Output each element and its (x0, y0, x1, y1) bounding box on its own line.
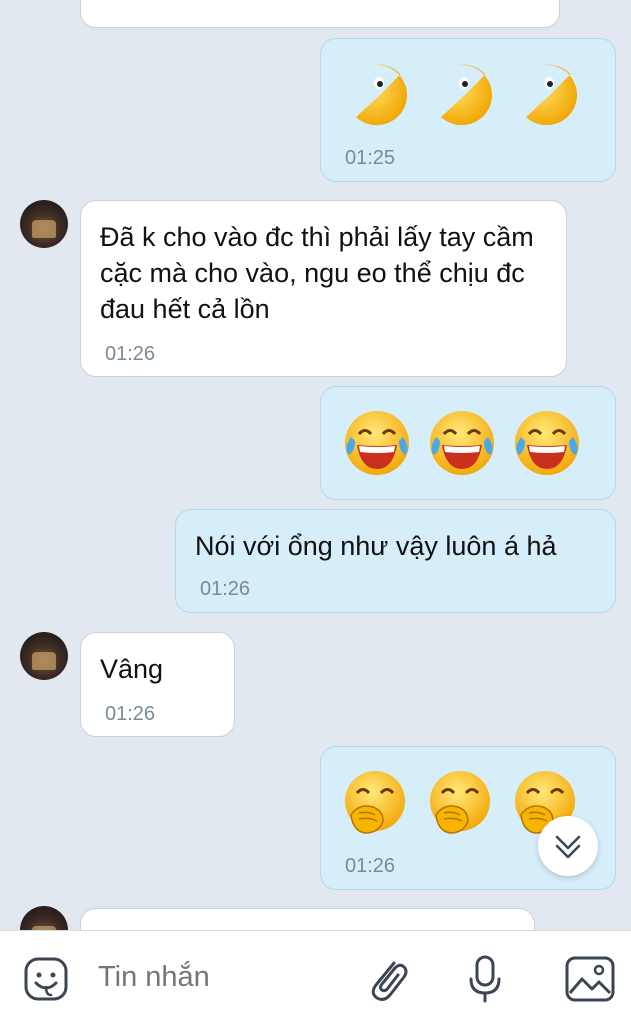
message-text: Nói với ổng như vậy luôn á hả (195, 531, 557, 561)
message-text: Đã k cho vào đc thì phải lấy tay cầm cặc… (100, 222, 534, 324)
message-input[interactable] (96, 956, 340, 998)
message-bubble-outgoing[interactable] (320, 386, 616, 500)
tears-of-joy-emoji (345, 411, 409, 475)
microphone-icon[interactable] (465, 953, 505, 1007)
scroll-to-bottom-button[interactable] (538, 816, 598, 876)
message-time: 01:26 (105, 703, 156, 725)
message-time: 01:26 (105, 343, 156, 365)
avatar[interactable] (20, 200, 68, 248)
chat-message-list[interactable]: 01:25 Đã k cho vào đc thì phải lấy tay c… (0, 0, 631, 930)
pacman-emoji (356, 64, 407, 126)
avatar[interactable] (20, 906, 68, 930)
giggle-emoji (345, 771, 405, 834)
paperclip-icon[interactable] (364, 953, 412, 1005)
message-time: 01:26 (345, 855, 396, 877)
message-bubble-outgoing[interactable]: Nói với ổng như vậy luôn á hả 01:26 (175, 509, 616, 613)
message-bubble-incoming[interactable]: Vâng 01:26 (80, 632, 235, 737)
pacman-emoji (526, 64, 577, 126)
message-bubble-partial-bottom (80, 908, 535, 930)
chevron-down-double-icon (555, 835, 581, 859)
giggle-emoji (430, 771, 490, 834)
tears-of-joy-emoji (515, 411, 579, 475)
sticker-icon[interactable] (22, 955, 72, 1005)
message-bubble-outgoing[interactable]: 01:25 (320, 38, 616, 182)
image-icon[interactable] (564, 955, 616, 1003)
tears-of-joy-emoji (430, 411, 494, 475)
avatar[interactable] (20, 632, 68, 680)
pacman-emoji (441, 64, 492, 126)
message-time: 01:26 (200, 578, 251, 600)
message-time: 01:25 (345, 147, 396, 169)
message-bubble-incoming[interactable]: Đã k cho vào đc thì phải lấy tay cầm cặc… (80, 200, 567, 377)
message-text: Vâng (100, 654, 164, 684)
message-bubble-partial-top (80, 0, 560, 28)
message-input-bar (0, 930, 631, 1026)
